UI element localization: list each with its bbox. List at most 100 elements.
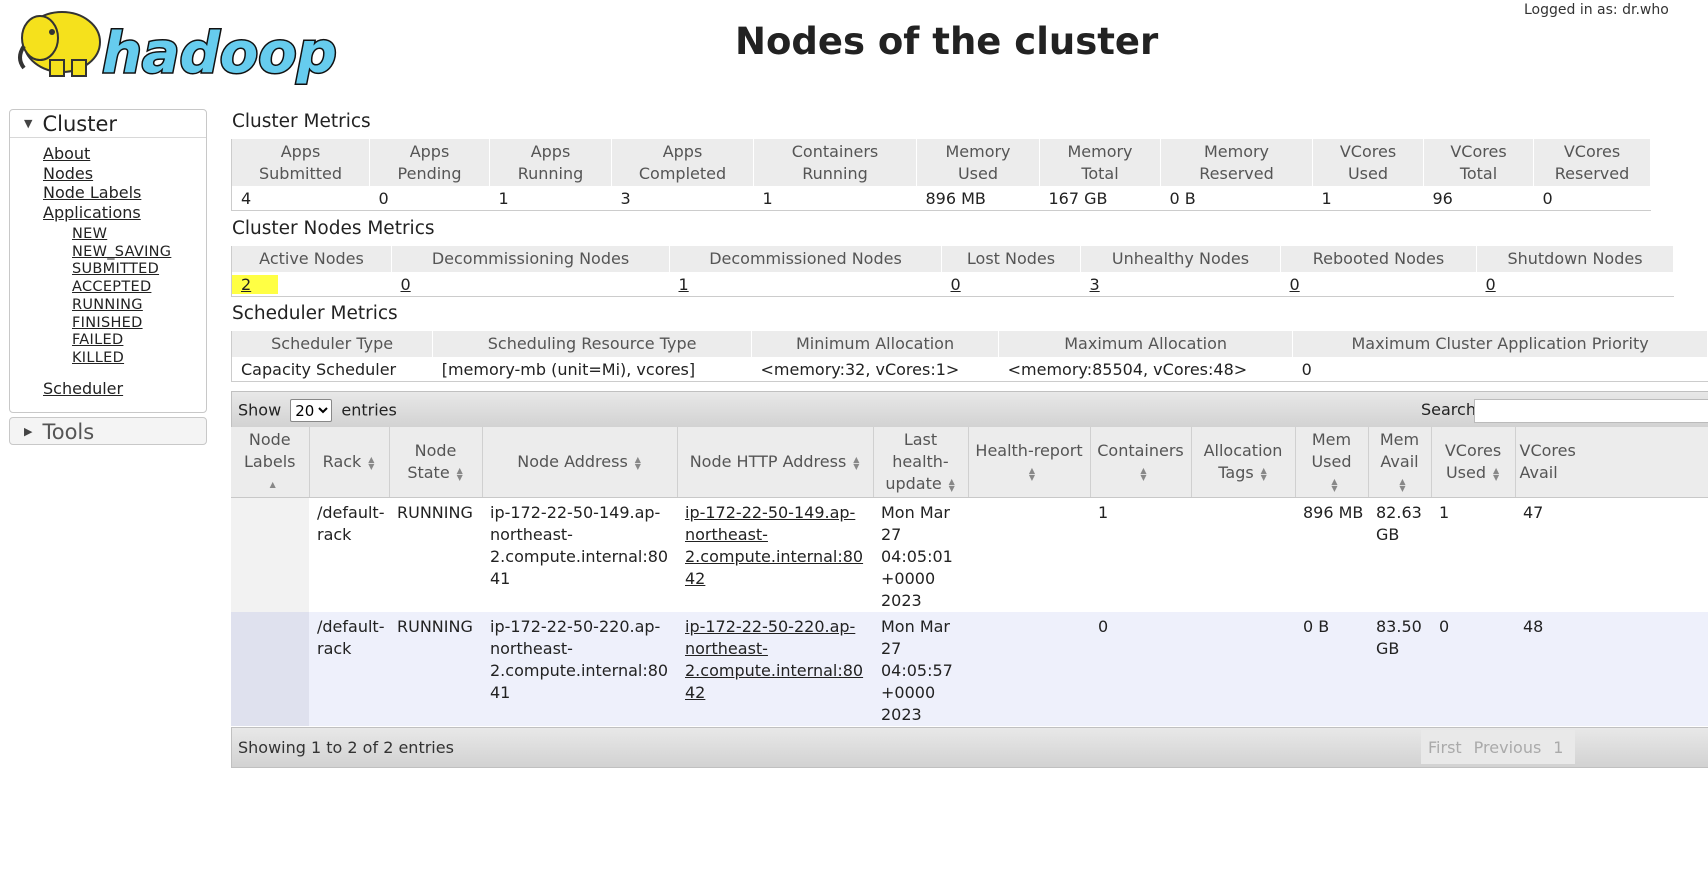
column-header-node-state[interactable]: Node State ▲ ▼ [389, 427, 483, 498]
metric-value: 4 [241, 189, 252, 208]
nav-app-state-failed[interactable]: FAILED [72, 332, 171, 350]
cluster-nav-header[interactable]: ▼ Cluster [10, 110, 206, 138]
cell-health-report [968, 497, 1090, 612]
nav-app-state-killed[interactable]: KILLED [72, 350, 171, 368]
cell-mem-avail: 83.50 GB [1368, 612, 1431, 726]
nav-app-state-running[interactable]: RUNNING [72, 297, 171, 315]
svg-text:hadoop: hadoop [102, 21, 337, 86]
column-header-node-address[interactable]: Node Address ▲ ▼ [482, 427, 678, 498]
sort-both-icon: ▲ ▼ [1492, 465, 1500, 482]
scheduler-metric-value: [memory-mb (unit=Mi), vcores] [441, 359, 696, 379]
metric-header: VCores Total [1423, 139, 1534, 186]
decommissioned-nodes-link[interactable]: 1 [679, 275, 689, 294]
active-nodes-link[interactable]: 2 [232, 274, 278, 294]
node-http-address-link[interactable]: ip-172-22-50-149.ap-northeast-2.compute.… [685, 503, 863, 588]
metric-value: 96 [1432, 189, 1453, 208]
sort-both-icon: ▲ ▼ [1399, 476, 1406, 493]
nodes-metric-header: Decommissioned Nodes [669, 246, 942, 272]
column-header-mem-avail[interactable]: Mem Avail ▲ ▼ [1368, 427, 1432, 498]
cell-vcores-used: 0 [1431, 612, 1515, 726]
metric-value: 1 [1321, 189, 1332, 208]
metric-value: 167 GB [1048, 189, 1108, 208]
table-controls-bar: Show 20 entries Search: [231, 391, 1708, 428]
nav-app-state-new[interactable]: NEW [72, 226, 171, 244]
cell-node-address: ip-172-22-50-149.ap-northeast-2.compute.… [482, 497, 677, 612]
decommissioning-nodes-link[interactable]: 0 [401, 275, 411, 294]
tools-nav-panel[interactable]: ▶ Tools [9, 417, 207, 445]
column-header-health-report[interactable]: Health-report ▲ ▼ [968, 427, 1091, 498]
nodes-metric-header: Unhealthy Nodes [1080, 246, 1281, 272]
unhealthy-nodes-link[interactable]: 3 [1090, 275, 1100, 294]
cell-node-labels [231, 497, 309, 612]
scheduler-metrics-table: Scheduler Type Scheduling Resource Type … [231, 331, 1708, 382]
column-header-node-labels[interactable]: Node Labels ▲ [231, 427, 310, 498]
page-size-select[interactable]: 20 [290, 399, 333, 422]
nav-app-state-submitted[interactable]: SUBMITTED [72, 261, 171, 279]
cell-mem-used: 0 B [1295, 612, 1368, 726]
column-header-rack[interactable]: Rack ▲ ▼ [309, 427, 390, 498]
cell-node-state: RUNNING [389, 497, 482, 612]
nav-link-scheduler[interactable]: Scheduler [43, 379, 123, 398]
cell-allocation-tags [1191, 497, 1295, 612]
scheduler-metrics-title: Scheduler Metrics [232, 303, 398, 324]
shutdown-nodes-link[interactable]: 0 [1486, 275, 1496, 294]
sort-both-icon: ▲ ▼ [634, 454, 641, 471]
cluster-metrics-title: Cluster Metrics [232, 111, 371, 132]
rebooted-nodes-link[interactable]: 0 [1290, 275, 1300, 294]
metric-header: VCores Used [1312, 139, 1424, 186]
sort-both-icon: ▲ ▼ [1331, 476, 1338, 493]
nav-link-node-labels[interactable]: Node Labels [43, 183, 141, 203]
nav-link-about[interactable]: About [43, 144, 141, 164]
table-row: /default-rack RUNNING ip-172-22-50-220.a… [231, 612, 1708, 726]
nav-app-state-finished[interactable]: FINISHED [72, 315, 171, 333]
nodes-metric-header: Lost Nodes [941, 246, 1081, 272]
cell-health-report [968, 612, 1090, 726]
column-header-node-http-address[interactable]: Node HTTP Address ▲ ▼ [677, 427, 874, 498]
metric-header: Memory Used [916, 139, 1040, 186]
column-header-vcores-used[interactable]: VCores Used ▲ ▼ [1431, 427, 1516, 498]
sort-both-icon: ▲ ▼ [1028, 465, 1036, 482]
metric-value: 1 [498, 189, 509, 208]
cell-allocation-tags [1191, 612, 1295, 726]
metric-value: 1 [762, 189, 773, 208]
scheduler-metric-header: Minimum Allocation [751, 331, 1000, 357]
column-header-mem-used[interactable]: Mem Used ▲ ▼ [1295, 427, 1369, 498]
cell-node-address: ip-172-22-50-220.ap-northeast-2.compute.… [482, 612, 677, 726]
nav-app-state-accepted[interactable]: ACCEPTED [72, 279, 171, 297]
page-size-control: Show 20 entries [238, 399, 397, 422]
tools-nav-header[interactable]: ▶ Tools [10, 418, 206, 445]
page-1-button[interactable]: 1 [1553, 738, 1563, 757]
first-page-button[interactable]: First [1428, 738, 1462, 757]
node-http-address-link[interactable]: ip-172-22-50-220.ap-northeast-2.compute.… [685, 617, 863, 702]
cell-vcores-used: 1 [1431, 497, 1515, 612]
column-header-last-health-update[interactable]: Last health-update ▲ ▼ [873, 427, 969, 498]
previous-page-button[interactable]: Previous [1474, 738, 1542, 757]
search-input[interactable] [1474, 399, 1708, 423]
cluster-nav-panel: ▼ Cluster About Nodes Node Labels Applic… [9, 109, 207, 413]
hadoop-logo: hadoop [18, 11, 338, 88]
column-header-containers[interactable]: Containers ▲ ▼ [1090, 427, 1192, 498]
search-label: Search: [1421, 400, 1482, 419]
nodes-table: Node Labels ▲ Rack ▲ ▼ Node State ▲ ▼ Node Addr… [231, 427, 1708, 726]
cell-mem-avail: 82.63 GB [1368, 497, 1431, 612]
nodes-metric-header: Rebooted Nodes [1280, 246, 1477, 272]
scheduler-metric-value: Capacity Scheduler [241, 359, 397, 379]
nodes-metric-header: Decommissioning Nodes [391, 246, 670, 272]
cluster-nodes-metrics-table: Active Nodes Decommissioning Nodes Decom… [231, 246, 1674, 297]
cell-containers: 0 [1090, 612, 1191, 726]
column-header-allocation-tags[interactable]: Allocation Tags ▲ ▼ [1191, 427, 1296, 498]
nav-link-nodes[interactable]: Nodes [43, 164, 141, 184]
cluster-nodes-metrics-title: Cluster Nodes Metrics [232, 218, 435, 239]
nav-app-state-new-saving[interactable]: NEW_SAVING [72, 244, 171, 262]
cell-vcores-avail: 47 [1515, 497, 1708, 612]
lost-nodes-link[interactable]: 0 [951, 275, 961, 294]
cluster-metrics-table: Apps Submitted Apps Pending Apps Running Ap… [231, 139, 1651, 211]
scheduler-metric-value: <memory:32, vCores:1> [760, 359, 960, 379]
nodes-metric-header: Active Nodes [231, 246, 392, 272]
tools-nav-title: Tools [42, 419, 95, 444]
cell-node-labels [231, 612, 309, 726]
column-header-vcores-avail[interactable]: VCores Avail [1515, 427, 1708, 498]
sort-both-icon: ▲ ▼ [1140, 465, 1147, 482]
nav-link-applications[interactable]: Applications [43, 203, 141, 223]
cell-last-health-update: Mon Mar 27 04:05:57 +0000 2023 [873, 612, 968, 726]
